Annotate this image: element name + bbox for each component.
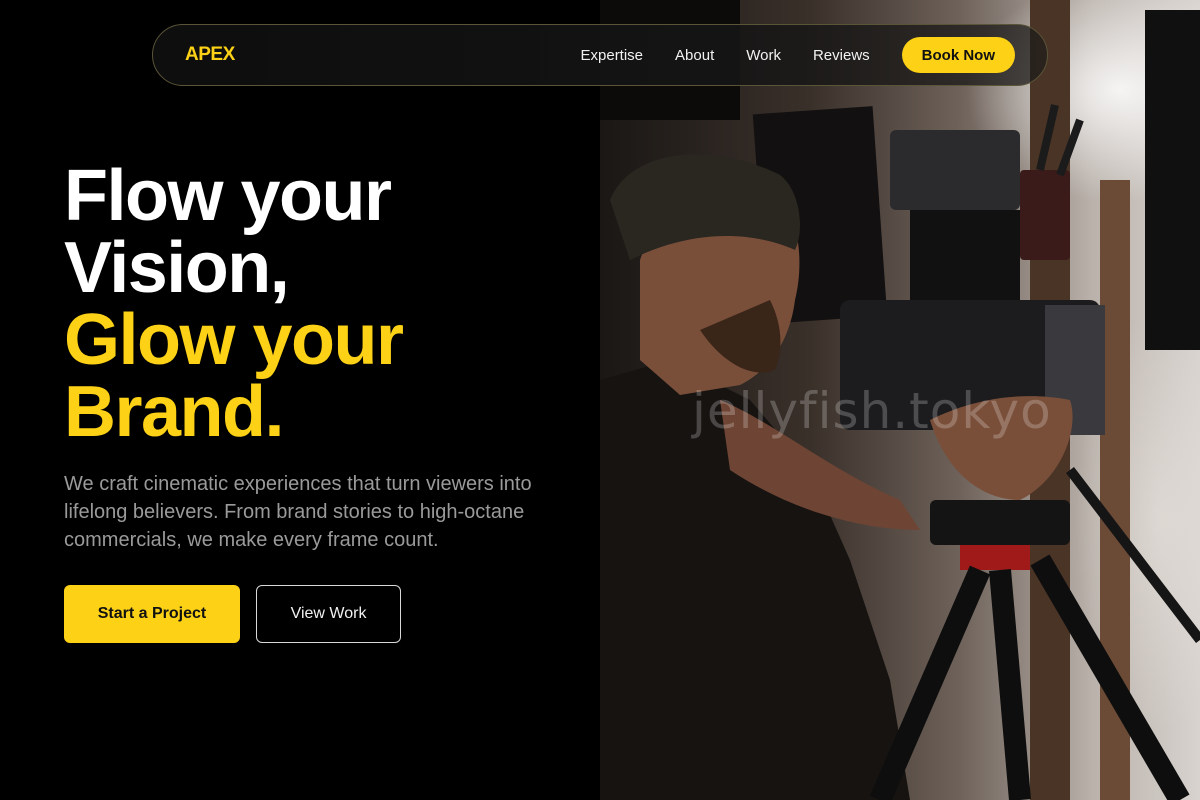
hero-headline: Flow your Vision, Glow your Brand. xyxy=(64,156,404,452)
image-watermark: jellyfish.tokyo xyxy=(692,382,1052,440)
nav-link-expertise[interactable]: Expertise xyxy=(581,47,644,64)
headline-line-2: Vision, xyxy=(64,228,290,308)
nav-link-about[interactable]: About xyxy=(675,47,714,64)
hero-subtitle: We craft cinematic experiences that turn… xyxy=(64,473,532,551)
nav-link-reviews[interactable]: Reviews xyxy=(813,47,870,64)
brand-logo[interactable]: APEX xyxy=(185,44,235,66)
view-work-button[interactable]: View Work xyxy=(256,585,401,643)
top-navbar: APEX Expertise About Work Reviews Book N… xyxy=(152,24,1048,86)
nav-link-work[interactable]: Work xyxy=(746,47,781,64)
nav-links: Expertise About Work Reviews Book Now xyxy=(581,37,1015,73)
headline-line-4: Brand. xyxy=(64,372,285,452)
start-project-button[interactable]: Start a Project xyxy=(64,585,240,643)
headline-line-1: Flow your xyxy=(64,156,392,236)
headline-line-3: Glow your xyxy=(64,300,404,380)
book-now-button[interactable]: Book Now xyxy=(901,37,1015,73)
